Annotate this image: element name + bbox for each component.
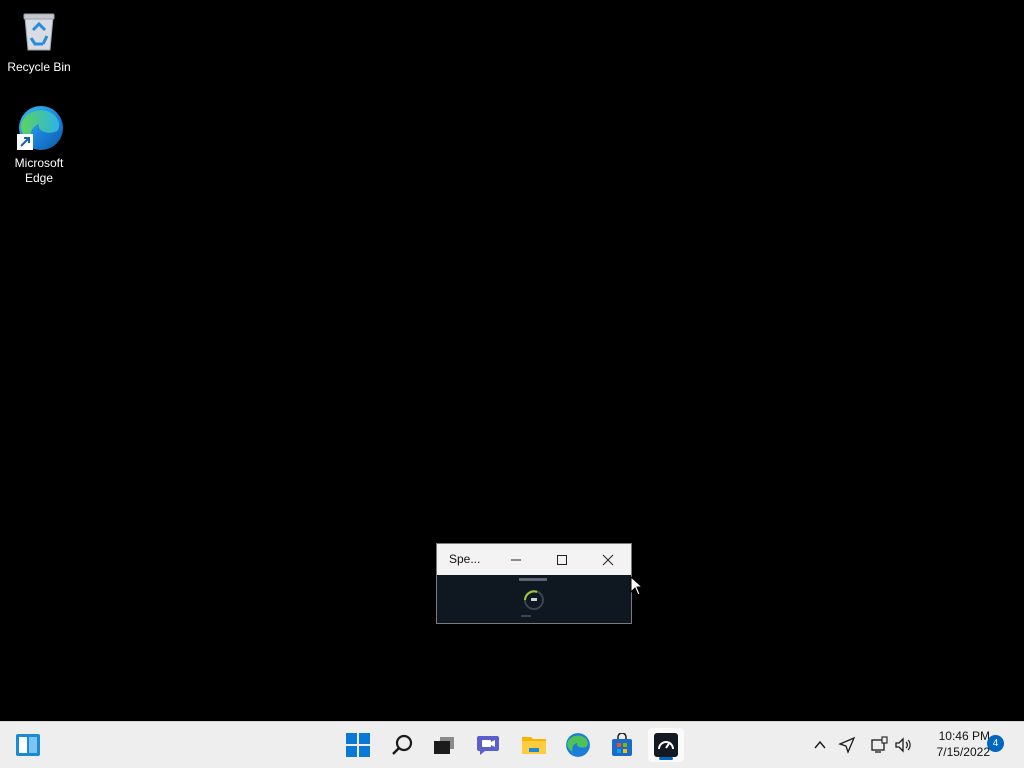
maximize-icon bbox=[557, 555, 567, 565]
desktop-icon-label: Recycle Bin bbox=[7, 60, 71, 74]
taskbar: 10:46 PM 7/15/2022 bbox=[0, 721, 1024, 768]
desktop-icon-recycle-bin[interactable]: Recycle Bin bbox=[1, 8, 77, 75]
taskbar-widgets-button[interactable] bbox=[10, 728, 46, 762]
mouse-cursor-icon bbox=[630, 576, 642, 596]
clock-time: 10:46 PM bbox=[938, 729, 990, 743]
taskbar-store-button[interactable] bbox=[604, 728, 640, 762]
notification-badge[interactable]: 4 bbox=[987, 735, 1004, 752]
taskbar-start-button[interactable] bbox=[340, 728, 376, 762]
maximize-button[interactable] bbox=[547, 547, 577, 573]
desktop: Recycle Bin Microsoft Edge Spe... bbox=[0, 0, 1024, 721]
minimize-button[interactable] bbox=[501, 547, 531, 573]
task-view-icon bbox=[434, 737, 454, 754]
window-preview-image[interactable] bbox=[437, 575, 631, 623]
clock-button[interactable]: 10:46 PM 7/15/2022 bbox=[920, 728, 990, 760]
folder-icon bbox=[522, 737, 546, 754]
desktop-icon-label: Microsoft Edge bbox=[14, 156, 64, 185]
volume-tray-button[interactable] bbox=[893, 734, 915, 756]
edge-icon bbox=[15, 104, 63, 152]
thumbnail-title: Spe... bbox=[449, 552, 481, 566]
search-icon bbox=[392, 734, 413, 755]
taskbar-task-view-button[interactable] bbox=[426, 728, 462, 762]
recycle-bin-icon bbox=[15, 8, 63, 56]
network-icon bbox=[871, 736, 888, 753]
windows-start-icon bbox=[346, 733, 370, 757]
chevron-up-icon bbox=[814, 740, 826, 749]
taskbar-file-explorer-button[interactable] bbox=[516, 728, 552, 762]
close-button[interactable] bbox=[593, 547, 623, 573]
taskbar-thumbnail-preview[interactable]: Spe... bbox=[436, 543, 632, 624]
store-icon bbox=[612, 733, 632, 756]
teams-chat-icon bbox=[477, 736, 499, 755]
close-icon bbox=[602, 554, 614, 566]
taskbar-chat-button[interactable] bbox=[471, 728, 507, 762]
desktop-icon-edge[interactable]: Microsoft Edge bbox=[1, 104, 77, 186]
location-icon bbox=[838, 736, 856, 754]
taskbar-speedtest-button[interactable] bbox=[648, 728, 684, 762]
minimize-icon bbox=[511, 559, 521, 561]
volume-icon bbox=[895, 737, 911, 753]
thumbnail-titlebar: Spe... bbox=[437, 544, 631, 575]
active-app-indicator bbox=[659, 757, 673, 760]
speedtest-icon bbox=[654, 733, 678, 757]
taskbar-edge-button[interactable] bbox=[560, 728, 596, 762]
show-hidden-icons-button[interactable] bbox=[809, 734, 831, 756]
location-tray-button[interactable] bbox=[836, 734, 858, 756]
clock-date: 7/15/2022 bbox=[936, 745, 990, 759]
network-tray-button[interactable] bbox=[868, 734, 890, 756]
widgets-icon bbox=[16, 734, 40, 756]
edge-icon bbox=[566, 733, 590, 757]
taskbar-search-button[interactable] bbox=[384, 728, 420, 762]
